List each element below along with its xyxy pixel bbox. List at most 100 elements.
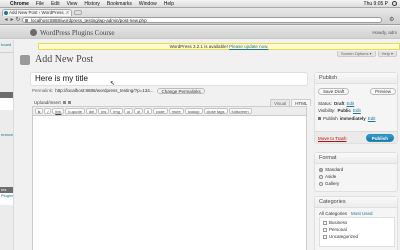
address-bar[interactable]: localhost:8888/wordpress_testing/wp-admi… bbox=[22, 17, 382, 23]
howdy-user-link[interactable]: Howdy, adm bbox=[372, 30, 397, 35]
visibility-row: Visibility: Public Edit bbox=[318, 108, 361, 113]
post-title-input[interactable]: Here is my title bbox=[30, 72, 308, 86]
menu-window[interactable]: Window bbox=[139, 1, 157, 7]
sidebar-item-dashboard[interactable]: board bbox=[0, 42, 13, 48]
new-tab-button[interactable] bbox=[74, 10, 82, 15]
visibility-value: Public bbox=[337, 108, 351, 113]
qt-img-button[interactable]: img bbox=[110, 108, 123, 114]
permalink-row: Permalink: http://localhost:8888/wordpre… bbox=[32, 88, 205, 94]
checkbox-icon[interactable] bbox=[323, 234, 327, 239]
format-option-standard[interactable]: Standard bbox=[319, 167, 343, 172]
categories-tabs: All Categories Most Used bbox=[319, 211, 373, 216]
category-item[interactable]: Personal bbox=[323, 227, 347, 232]
publish-box: Publish Save Draft Preview Status: Draft… bbox=[314, 72, 398, 144]
menu-history[interactable]: History bbox=[84, 1, 100, 7]
sidebar-item[interactable] bbox=[0, 148, 13, 154]
status-edit-link[interactable]: Edit bbox=[347, 101, 355, 106]
editor-mode-tabs: Visual HTML bbox=[270, 99, 312, 106]
wrench-icon[interactable]: ⚙ bbox=[389, 17, 396, 23]
update-notice: WordPress 3.2.1 is available! Please upd… bbox=[38, 43, 400, 50]
os-menubar: Chrome File Edit View History Bookmarks … bbox=[0, 0, 400, 8]
qt-bold-button[interactable]: b bbox=[35, 108, 44, 114]
tab-all-categories[interactable]: All Categories bbox=[319, 211, 347, 216]
visibility-edit-link[interactable]: Edit bbox=[353, 108, 361, 113]
publish-button[interactable]: Publish bbox=[365, 134, 394, 142]
checkbox-icon[interactable] bbox=[323, 220, 327, 225]
format-box-heading[interactable]: Format bbox=[315, 153, 397, 164]
qt-close-tags-button[interactable]: close tags bbox=[203, 108, 228, 114]
format-option-label: Aside bbox=[325, 174, 337, 179]
sidebar-item-appearance[interactable]: erance bbox=[0, 132, 13, 138]
category-checklist: Business Personal Uncategorized bbox=[319, 217, 395, 247]
add-image-icon[interactable] bbox=[67, 101, 71, 104]
qt-code-button[interactable]: code bbox=[152, 108, 168, 114]
preview-button[interactable]: Preview bbox=[369, 88, 396, 95]
qt-more-button[interactable]: more bbox=[168, 108, 184, 114]
move-to-trash-link[interactable]: Move to Trash bbox=[318, 136, 347, 141]
publish-footer: Move to Trash Publish bbox=[315, 131, 397, 143]
close-icon[interactable]: × bbox=[66, 10, 69, 16]
change-permalinks-button[interactable]: Change Permalinks bbox=[157, 88, 205, 94]
add-media-icon[interactable] bbox=[62, 101, 66, 104]
radio-icon[interactable] bbox=[319, 181, 323, 186]
pushpin-icon bbox=[20, 54, 30, 65]
page-icon bbox=[25, 19, 28, 22]
wordpress-favicon-icon bbox=[4, 11, 8, 15]
post-content-editor[interactable]: b i link b-quote del ins img ul ol li co… bbox=[32, 106, 307, 250]
format-option-aside[interactable]: Aside bbox=[319, 174, 336, 179]
sidebar-separator bbox=[0, 52, 13, 53]
permalink-url[interactable]: http://localhost:8888/wordpress_testing/… bbox=[55, 88, 153, 94]
radio-icon[interactable] bbox=[319, 174, 323, 179]
site-title[interactable]: WordPress Plugins Course bbox=[40, 29, 115, 37]
admin-sidebar: board erance ms Plugins bbox=[0, 40, 14, 250]
menu-bookmarks[interactable]: Bookmarks bbox=[107, 1, 132, 7]
reload-icon[interactable]: ↻ bbox=[15, 17, 21, 23]
schedule-label: Publish bbox=[323, 116, 338, 121]
menu-file[interactable]: File bbox=[36, 1, 44, 7]
permalink-label: Permalink: bbox=[32, 88, 54, 93]
spotlight-search-icon[interactable] bbox=[392, 1, 397, 6]
menubar-clock: Thu 9:05 P bbox=[363, 0, 388, 7]
browser-tab[interactable]: Add New Post ‹ WordPress ... × bbox=[2, 9, 72, 16]
sidebar-item[interactable] bbox=[0, 140, 13, 146]
status-label: Status: bbox=[318, 101, 333, 106]
checkbox-icon[interactable] bbox=[323, 227, 327, 232]
radio-icon[interactable] bbox=[319, 167, 323, 172]
format-option-gallery[interactable]: Gallery bbox=[319, 181, 339, 186]
tab-html[interactable]: HTML bbox=[291, 99, 312, 106]
qt-italic-button[interactable]: i bbox=[44, 108, 52, 114]
upload-insert-row: Upload/Insert bbox=[34, 100, 71, 105]
status-row: Status: Draft Edit bbox=[318, 101, 354, 106]
category-label: Personal bbox=[329, 227, 347, 232]
menu-app[interactable]: Chrome bbox=[10, 1, 29, 7]
schedule-edit-link[interactable]: Edit bbox=[368, 116, 376, 121]
save-draft-button[interactable]: Save Draft bbox=[318, 88, 350, 95]
qt-ul-button[interactable]: ul bbox=[123, 108, 133, 114]
sidebar-subitem[interactable] bbox=[0, 199, 13, 205]
help-tab[interactable]: Help ▾ bbox=[377, 51, 397, 57]
screen-options-tab[interactable]: Screen Options ▾ bbox=[336, 51, 376, 57]
upload-insert-label: Upload/Insert bbox=[34, 100, 61, 105]
qt-blockquote-button[interactable]: b-quote bbox=[65, 108, 85, 114]
menu-view[interactable]: View bbox=[67, 1, 78, 7]
qt-fullscreen-button[interactable]: fullscreen bbox=[228, 108, 252, 114]
update-now-link[interactable]: Please update now. bbox=[229, 44, 268, 49]
categories-box-heading[interactable]: Categories bbox=[315, 197, 397, 208]
category-item[interactable]: Business bbox=[323, 220, 347, 225]
qt-link-button[interactable]: link bbox=[52, 108, 65, 114]
visibility-label: Visibility: bbox=[318, 108, 336, 113]
tab-most-used[interactable]: Most Used bbox=[351, 211, 373, 216]
categories-box: Categories All Categories Most Used Busi… bbox=[314, 196, 398, 250]
sidebar-subitem[interactable] bbox=[0, 104, 13, 110]
browser-tab-title: Add New Post ‹ WordPress ... bbox=[9, 10, 69, 15]
qt-li-button[interactable]: li bbox=[144, 108, 152, 114]
menu-edit[interactable]: Edit bbox=[51, 1, 60, 7]
category-item[interactable]: Uncategorized bbox=[323, 234, 358, 239]
tab-visual[interactable]: Visual bbox=[270, 99, 291, 106]
qt-ins-button[interactable]: ins bbox=[98, 108, 110, 114]
qt-lookup-button[interactable]: lookup bbox=[184, 108, 203, 114]
qt-del-button[interactable]: del bbox=[85, 108, 98, 114]
publish-box-heading[interactable]: Publish bbox=[315, 73, 397, 84]
qt-ol-button[interactable]: ol bbox=[133, 108, 144, 114]
menu-help[interactable]: Help bbox=[164, 1, 174, 7]
